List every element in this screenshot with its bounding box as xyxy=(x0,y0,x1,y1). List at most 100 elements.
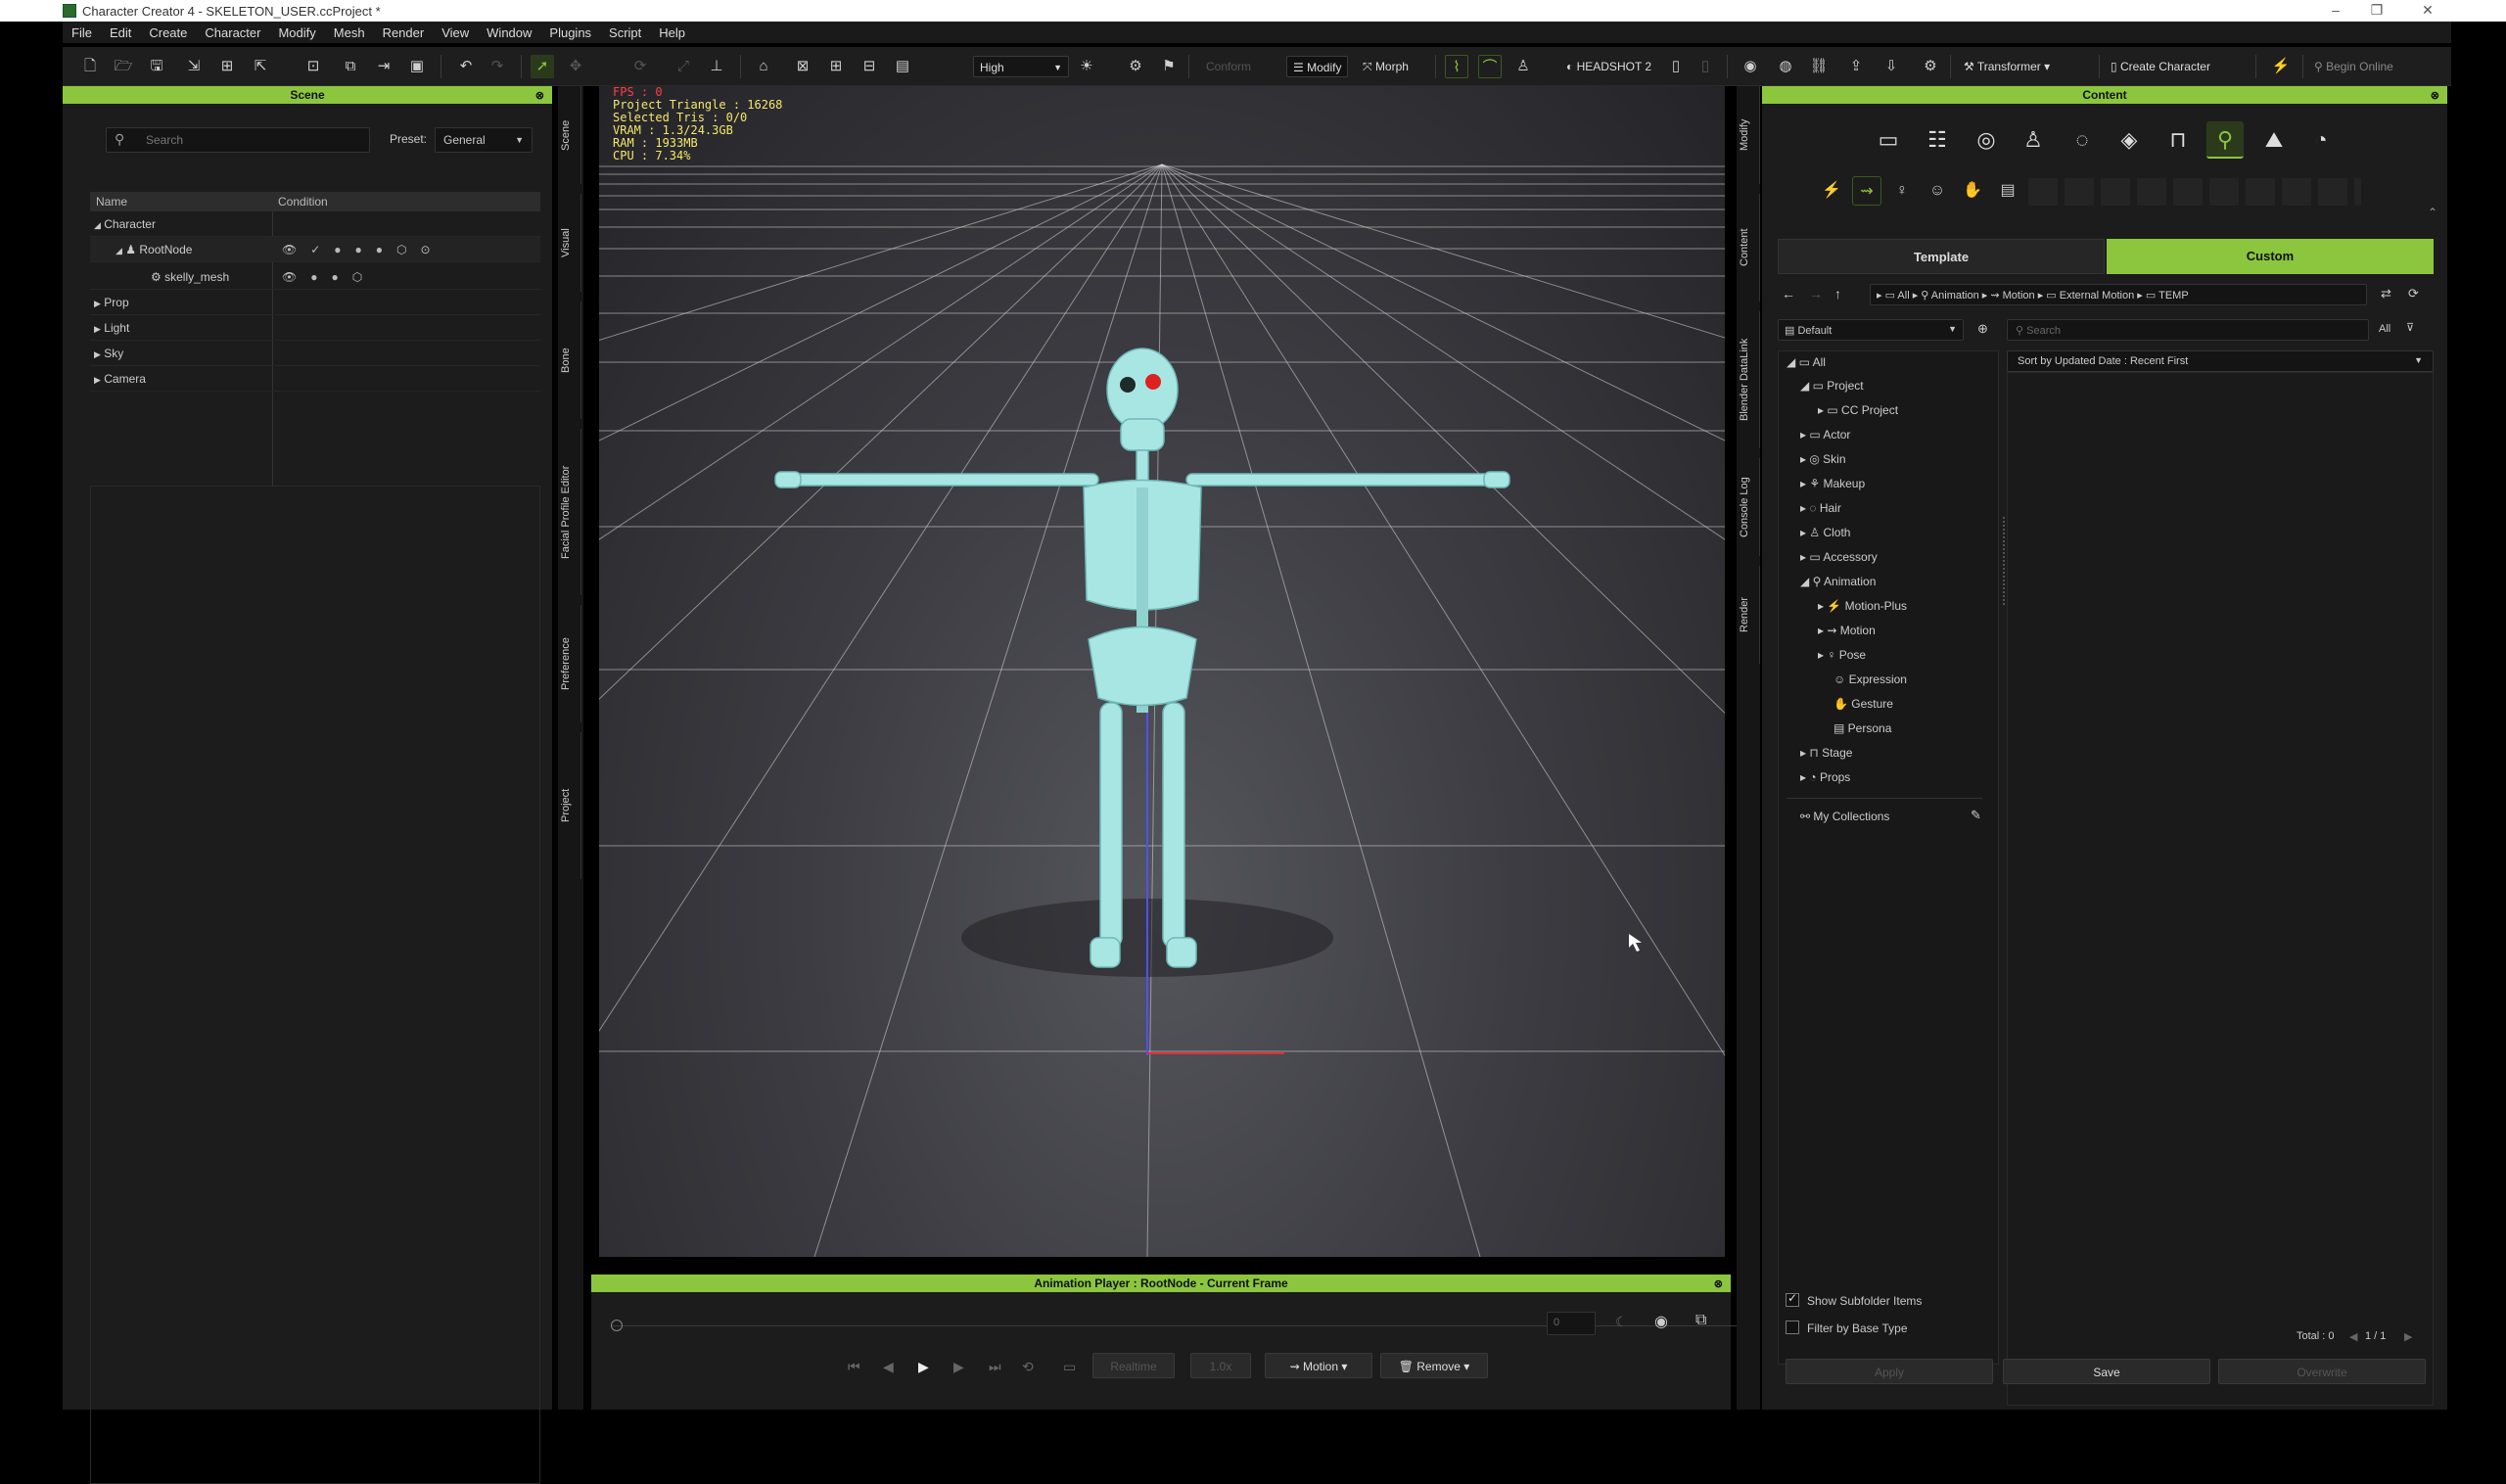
panel-close-icon[interactable]: ⊗ xyxy=(2431,87,2439,105)
tree-makeup[interactable]: ▸ ⚘ Makeup xyxy=(1800,473,1865,494)
breadcrumb-all[interactable]: All xyxy=(1897,290,1909,301)
plugin-icon[interactable]: ⚡ xyxy=(2269,55,2293,78)
camera-view-icon[interactable]: ▤ xyxy=(891,55,914,78)
collapse-icon[interactable]: ▶ xyxy=(94,324,101,334)
sync-icon[interactable]: ⇄ xyxy=(2381,286,2391,301)
skin-category-icon[interactable]: ◎ xyxy=(1968,121,2005,159)
import-obj-icon[interactable]: ⊞ xyxy=(215,55,239,78)
tree-row-rootnode[interactable]: ◢ ♟ RootNode 👁✓●●●⬡⊙ xyxy=(90,237,540,262)
menu-file[interactable]: File xyxy=(63,22,101,40)
loop-icon[interactable]: ☾ xyxy=(1615,1314,1628,1330)
frame-selected-icon[interactable]: ⊟ xyxy=(858,55,881,78)
breadcrumb-motion[interactable]: Motion xyxy=(2003,290,2035,301)
download-icon[interactable]: ⇩ xyxy=(1880,55,1903,78)
redo-icon[interactable]: ↷ xyxy=(486,55,509,78)
restore-icon[interactable]: ❐ xyxy=(2363,2,2390,20)
select-icon[interactable]: ➚ xyxy=(531,55,554,78)
side-tab-console-log[interactable]: Console Log xyxy=(1739,458,1760,556)
next-frame-icon[interactable]: ▶ xyxy=(953,1359,964,1375)
mesh-visibility-icons[interactable]: 👁●●⬡ xyxy=(282,264,376,290)
tree-pose[interactable]: ▸ ♀ Pose xyxy=(1818,644,1866,666)
3d-viewport[interactable] xyxy=(599,86,1725,1257)
tree-motion-plus[interactable]: ▸ ⚡ Motion-Plus xyxy=(1818,595,1907,617)
tree-stage[interactable]: ▸ ⊓ Stage xyxy=(1800,742,1852,764)
prop-category-icon[interactable]: ◔ xyxy=(2302,121,2340,159)
tree-skin[interactable]: ▸ ◎ Skin xyxy=(1800,448,1846,470)
headshot-button[interactable]: ◐ HEADSHOT 2 xyxy=(1560,56,1657,77)
show-subfolder-checkbox[interactable]: ✓ xyxy=(1786,1291,1799,1307)
edit-pose-icon[interactable]: ⌒ xyxy=(1478,55,1502,78)
gesture-subcat-icon[interactable]: ✋ xyxy=(1958,176,1987,206)
zoom-extents-icon[interactable]: ⊞ xyxy=(824,55,848,78)
remove-button[interactable]: 🗑 Remove ▾ xyxy=(1380,1353,1488,1378)
panel-close-icon[interactable]: ⊗ xyxy=(535,87,544,105)
send-icon[interactable]: ⇥ xyxy=(372,55,395,78)
menu-help[interactable]: Help xyxy=(650,22,694,40)
tree-all[interactable]: ◢ ▭ All xyxy=(1787,351,1826,373)
tree-cc-project[interactable]: ▸ ▭ CC Project xyxy=(1818,399,1898,421)
side-tab-scene[interactable]: Scene xyxy=(560,86,581,184)
tab-custom[interactable]: Custom xyxy=(2107,239,2434,274)
folder-category-icon[interactable]: ▭ xyxy=(1870,121,1907,159)
prev-page-icon[interactable]: ◀ xyxy=(2349,1330,2357,1343)
link-icon[interactable]: ⛓ xyxy=(1807,55,1831,78)
tree-expression[interactable]: ☺ Expression xyxy=(1833,669,1907,690)
tree-persona[interactable]: ▤ Persona xyxy=(1833,718,1891,739)
refresh-icon[interactable]: ⟳ xyxy=(2408,286,2419,301)
tree-project[interactable]: ◢ ▭ Project xyxy=(1800,375,1864,396)
modify-button[interactable]: ☰ Modify xyxy=(1286,56,1349,77)
cloth-category-icon[interactable]: ♙ xyxy=(2015,121,2052,159)
tree-motion[interactable]: ▸ ⇝ Motion xyxy=(1818,620,1876,641)
timeline-slider-knob[interactable] xyxy=(611,1320,623,1331)
menu-modify[interactable]: Modify xyxy=(269,22,324,40)
tree-row-camera[interactable]: ▶ Camera xyxy=(90,366,540,392)
export-motion-icon[interactable]: ⧉ xyxy=(339,55,362,78)
menu-plugins[interactable]: Plugins xyxy=(540,22,600,40)
content-search-input[interactable]: ⚲ Search xyxy=(2007,319,2369,341)
pose-subcat-icon[interactable]: ♀ xyxy=(1887,176,1917,206)
expand-icon[interactable]: ◢ xyxy=(94,220,101,230)
side-tab-blender-datalink[interactable]: Blender DataLink xyxy=(1739,311,1760,448)
tree-accessory[interactable]: ▸ ▭ Accessory xyxy=(1800,546,1878,568)
begin-online-button[interactable]: ⚲ Begin Online xyxy=(2308,56,2441,77)
collapse-icon[interactable]: ▶ xyxy=(94,375,101,385)
tree-row-character[interactable]: ◢ Character xyxy=(90,211,540,237)
accessory-category-icon[interactable]: ◈ xyxy=(2111,121,2148,159)
play-icon[interactable]: ▶ xyxy=(918,1359,929,1375)
preset-dropdown[interactable]: General ▼ xyxy=(435,127,533,153)
fit-view-icon[interactable]: ⊠ xyxy=(791,55,814,78)
side-tab-facial-profile[interactable]: Facial Profile Editor xyxy=(560,429,581,595)
tree-row-mesh[interactable]: ⚙ skelly_mesh 👁●●⬡ xyxy=(90,264,540,290)
tree-animation[interactable]: ◢ ⚲ Animation xyxy=(1800,571,1876,592)
tree-row-prop[interactable]: ▶ Prop xyxy=(90,290,540,315)
expand-icon[interactable]: ◢ xyxy=(116,246,122,255)
overwrite-button[interactable]: Overwrite xyxy=(2218,1359,2426,1384)
menu-script[interactable]: Script xyxy=(600,22,650,40)
range-icon[interactable]: ▭ xyxy=(1063,1359,1076,1375)
menu-edit[interactable]: Edit xyxy=(101,22,140,40)
animation-category-icon[interactable]: ⚲ xyxy=(2206,121,2244,159)
headshot-settings-icon[interactable]: ▯ xyxy=(1664,55,1688,78)
speed-dropdown[interactable]: 1.0x xyxy=(1190,1353,1251,1378)
menu-create[interactable]: Create xyxy=(140,22,196,40)
breadcrumb-temp[interactable]: TEMP xyxy=(2158,290,2189,301)
new-file-icon[interactable]: 🗋 xyxy=(78,55,102,78)
hair-category-icon[interactable]: ◌ xyxy=(2064,121,2101,159)
skeleton-character[interactable] xyxy=(774,348,1510,968)
scale-icon[interactable]: ⤢ xyxy=(672,55,695,78)
all-filter-label[interactable]: All xyxy=(2379,323,2390,335)
upload-icon[interactable]: ⇪ xyxy=(1844,55,1868,78)
tab-template[interactable]: Template xyxy=(1778,239,2105,274)
tree-props[interactable]: ▸ ◔ Props xyxy=(1800,766,1850,788)
export-icon[interactable]: ⇱ xyxy=(249,55,272,78)
side-tab-content[interactable]: Content xyxy=(1739,194,1760,301)
motion-subcat-icon[interactable]: ⇝ xyxy=(1852,176,1881,206)
collapse-icon[interactable]: ▶ xyxy=(94,299,101,308)
tree-actor[interactable]: ▸ ▭ Actor xyxy=(1800,424,1850,445)
minimize-icon[interactable]: – xyxy=(2322,2,2349,20)
prev-frame-icon[interactable]: ◀ xyxy=(883,1359,894,1375)
menu-render[interactable]: Render xyxy=(374,22,434,40)
motion-plus-subcat-icon[interactable]: ⚡ xyxy=(1817,176,1846,206)
motion-button[interactable]: ⇝ Motion ▾ xyxy=(1265,1353,1372,1378)
home-camera-icon[interactable]: ⌂ xyxy=(752,55,775,78)
